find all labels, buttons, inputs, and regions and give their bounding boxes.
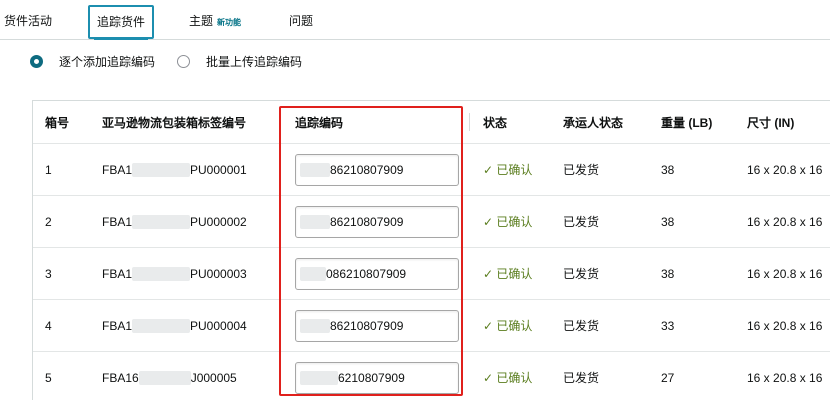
- fba-box-label: FBA16 J000005: [102, 352, 237, 400]
- tracking-cell: 086210807909: [295, 248, 459, 299]
- tracking-id-input[interactable]: 86210807909: [295, 309, 459, 342]
- label-prefix: FBA1: [102, 318, 133, 333]
- tab-topics[interactable]: 主题 新功能: [189, 0, 241, 40]
- status-confirmed: ✓ 已确认: [483, 267, 533, 281]
- redacted-block: [300, 370, 338, 385]
- label-suffix: PU000004: [190, 318, 247, 333]
- dimensions-value: 16 x 20.8 x 16: [747, 266, 823, 281]
- tracking-cell: 6210807909: [295, 352, 459, 400]
- new-feature-badge: 新功能: [217, 18, 242, 27]
- table-header-row: 箱号 亚马逊物流包装箱标签编号 追踪编码 状态 承运人状态 重量 (LB) 尺寸…: [33, 101, 830, 144]
- header-carrier-status: 承运人状态: [563, 115, 624, 130]
- tracking-id-value: 86210807909: [330, 214, 404, 229]
- tracking-id-value: 086210807909: [326, 266, 407, 281]
- tab-issues[interactable]: 问题: [289, 0, 313, 40]
- dimensions-value: 16 x 20.8 x 16: [747, 370, 823, 385]
- shipment-tabs: 货件活动 追踪货件 主题 新功能 问题: [0, 0, 830, 40]
- table-row: 2 FBA1 PU000002 86210807909 ✓ 已确认 已发货 38 …: [33, 196, 830, 248]
- radio-add-individually[interactable]: 逐个添加追踪编码: [30, 53, 155, 69]
- tracking-cell: 86210807909: [295, 196, 459, 247]
- weight-value: 33: [661, 318, 675, 333]
- redacted-block: [138, 370, 191, 385]
- status-confirmed: ✓ 已确认: [483, 371, 533, 385]
- fba-box-label: FBA1 PU000002: [102, 196, 247, 247]
- box-number: 1: [45, 162, 52, 177]
- label-suffix: PU000001: [190, 162, 247, 177]
- redacted-block: [300, 214, 330, 229]
- tracking-table: 箱号 亚马逊物流包装箱标签编号 追踪编码 状态 承运人状态 重量 (LB) 尺寸…: [32, 100, 830, 400]
- box-number: 3: [45, 266, 52, 281]
- tracking-id-input[interactable]: 086210807909: [295, 257, 459, 290]
- tracking-cell: 86210807909: [295, 144, 459, 195]
- tracking-id-value: 86210807909: [330, 162, 404, 177]
- header-box-number: 箱号: [45, 115, 70, 130]
- status-confirmed: ✓ 已确认: [483, 163, 533, 177]
- table-row: 4 FBA1 PU000004 86210807909 ✓ 已确认 已发货 33 …: [33, 300, 830, 352]
- radio-bulk-upload-label: 批量上传追踪编码: [206, 54, 303, 69]
- box-number: 4: [45, 318, 52, 333]
- tab-topics-label: 主题: [189, 14, 214, 28]
- tracking-id-input[interactable]: 6210807909: [295, 361, 459, 394]
- carrier-status: 已发货: [563, 267, 600, 281]
- carrier-status: 已发货: [563, 163, 600, 177]
- label-suffix: PU000003: [190, 266, 247, 281]
- radio-add-individually-label: 逐个添加追踪编码: [59, 54, 156, 69]
- dimensions-value: 16 x 20.8 x 16: [747, 162, 823, 177]
- column-divider: [469, 113, 470, 131]
- redacted-block: [300, 318, 330, 333]
- radio-unselected-icon[interactable]: [177, 54, 190, 68]
- dimensions-value: 16 x 20.8 x 16: [747, 214, 823, 229]
- carrier-status: 已发货: [563, 319, 600, 333]
- redacted-block: [300, 162, 330, 177]
- header-tracking-id: 追踪编码: [295, 115, 344, 130]
- redacted-block: [132, 162, 191, 177]
- tab-track-shipment[interactable]: 追踪货件: [88, 5, 154, 40]
- label-prefix: FBA16: [102, 370, 139, 385]
- header-fba-label: 亚马逊物流包装箱标签编号: [102, 115, 247, 130]
- carrier-status: 已发货: [563, 371, 600, 385]
- tracking-id-value: 6210807909: [338, 370, 405, 385]
- weight-value: 27: [661, 370, 675, 385]
- label-prefix: FBA1: [102, 162, 133, 177]
- tracking-cell: 86210807909: [295, 300, 459, 351]
- redacted-block: [132, 318, 191, 333]
- weight-value: 38: [661, 214, 675, 229]
- tab-shipment-events[interactable]: 货件活动: [4, 0, 52, 40]
- redacted-block: [300, 266, 326, 281]
- header-dimensions: 尺寸 (IN): [747, 115, 795, 130]
- table-row: 5 FBA16 J000005 6210807909 ✓ 已确认 已发货 27 1…: [33, 352, 830, 400]
- fba-box-label: FBA1 PU000001: [102, 144, 247, 195]
- box-number: 2: [45, 214, 52, 229]
- fba-box-label: FBA1 PU000003: [102, 248, 247, 299]
- carrier-status: 已发货: [563, 215, 600, 229]
- label-suffix: J000005: [190, 370, 237, 385]
- label-prefix: FBA1: [102, 266, 133, 281]
- weight-value: 38: [661, 266, 675, 281]
- table-row: 3 FBA1 PU000003 086210807909 ✓ 已确认 已发货 38…: [33, 248, 830, 300]
- box-number: 5: [45, 370, 52, 385]
- table-row: 1 FBA1 PU000001 86210807909 ✓ 已确认 已发货 38 …: [33, 144, 830, 196]
- tracking-id-value: 86210807909: [330, 318, 404, 333]
- weight-value: 38: [661, 162, 675, 177]
- status-confirmed: ✓ 已确认: [483, 215, 533, 229]
- header-weight: 重量 (LB): [661, 115, 713, 130]
- tracking-id-input[interactable]: 86210807909: [295, 153, 459, 186]
- dimensions-value: 16 x 20.8 x 16: [747, 318, 823, 333]
- label-prefix: FBA1: [102, 214, 133, 229]
- redacted-block: [132, 266, 191, 281]
- redacted-block: [132, 214, 191, 229]
- fba-box-label: FBA1 PU000004: [102, 300, 247, 351]
- radio-selected-icon[interactable]: [30, 54, 43, 68]
- tracking-id-input[interactable]: 86210807909: [295, 205, 459, 238]
- label-suffix: PU000002: [190, 214, 247, 229]
- header-status: 状态: [483, 115, 508, 130]
- radio-bulk-upload[interactable]: 批量上传追踪编码: [177, 53, 302, 69]
- status-confirmed: ✓ 已确认: [483, 319, 533, 333]
